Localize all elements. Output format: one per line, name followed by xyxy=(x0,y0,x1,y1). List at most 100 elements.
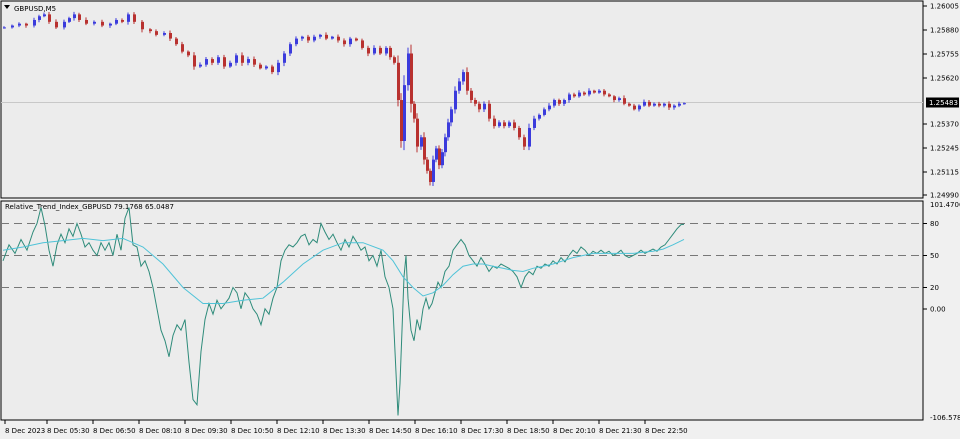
time-label: 8 Dec 21:30 xyxy=(599,427,642,435)
price-tick-label: 1.25370 xyxy=(930,121,959,129)
candle-body xyxy=(444,137,447,153)
price-candle xyxy=(410,44,413,113)
time-label: 8 Dec 20:10 xyxy=(553,427,596,435)
current-price-tag: 1.25483 xyxy=(926,97,959,108)
candle-body xyxy=(313,36,316,41)
candle-body xyxy=(343,40,346,45)
time-tick-3: 8 Dec 08:10 xyxy=(138,420,182,435)
candle-body xyxy=(361,40,364,48)
candle-body xyxy=(493,118,496,127)
candle-body xyxy=(648,101,651,106)
time-tick-10: 8 Dec 17:30 xyxy=(460,420,504,435)
indicator-tick-label: 50 xyxy=(930,252,939,260)
indicator-title: Relative_Trend_Index_GBPUSD 79.1768 65.0… xyxy=(5,203,174,211)
price-tick-0: 1.26005 xyxy=(923,3,959,11)
time-tick-9: 8 Dec 16:10 xyxy=(414,420,458,435)
time-tick-12: 8 Dec 20:10 xyxy=(552,420,596,435)
time-tick-13: 8 Dec 21:30 xyxy=(598,420,642,435)
candle-body xyxy=(141,21,144,30)
candle-body xyxy=(458,81,461,91)
candle-body xyxy=(373,47,376,54)
candle-body xyxy=(593,90,596,93)
candle-body xyxy=(528,127,531,147)
candle-body xyxy=(295,38,298,45)
candle-body xyxy=(235,55,238,63)
candle-body xyxy=(583,92,586,95)
candle-body xyxy=(48,14,51,22)
candle-body xyxy=(462,72,465,82)
candle-body xyxy=(247,59,250,63)
time-label: 8 Dec 09:30 xyxy=(185,427,228,435)
candle-body xyxy=(277,62,280,73)
candle-body xyxy=(429,170,432,182)
candle-body xyxy=(420,137,423,147)
time-tick-8: 8 Dec 14:50 xyxy=(368,420,412,435)
candle-body xyxy=(18,23,21,26)
candle-body xyxy=(307,36,310,41)
price-candle xyxy=(432,155,435,186)
candle-body xyxy=(410,53,413,104)
indicator-panel[interactable] xyxy=(0,200,924,421)
candle-body xyxy=(205,59,208,65)
price-tick-label: 1.26005 xyxy=(930,3,959,11)
time-tick-7: 8 Dec 13:30 xyxy=(322,420,366,435)
indicator-tick-80: 80 xyxy=(923,220,939,228)
candle-body xyxy=(3,27,6,29)
candle-body xyxy=(85,19,88,24)
current-price-value: 1.25483 xyxy=(929,99,958,107)
candle-body xyxy=(663,103,666,106)
candle-body xyxy=(447,122,450,138)
candle-body xyxy=(93,21,96,24)
price-tick-label: 1.25115 xyxy=(930,169,959,177)
candle-body xyxy=(423,137,426,160)
candle-body xyxy=(413,103,416,119)
candle-body xyxy=(169,33,172,39)
candle-body xyxy=(618,98,621,101)
candle-body xyxy=(175,38,178,45)
candle-body xyxy=(109,23,112,26)
candle-body xyxy=(68,18,71,22)
candle-body xyxy=(331,36,334,39)
candle-body xyxy=(407,53,410,86)
candle-body xyxy=(217,57,220,63)
candle-body xyxy=(271,66,274,73)
time-tick-5: 8 Dec 10:50 xyxy=(230,420,274,435)
candle-body xyxy=(523,137,526,147)
candle-body xyxy=(578,92,581,97)
candle-body xyxy=(181,44,184,52)
candle-body xyxy=(400,100,403,141)
candle-body xyxy=(518,127,521,138)
candle-body xyxy=(653,103,656,106)
candle-body xyxy=(163,33,166,35)
candle-body xyxy=(673,105,676,108)
candle-body xyxy=(283,53,286,63)
candle-body xyxy=(127,14,130,22)
time-tick-11: 8 Dec 18:50 xyxy=(506,420,550,435)
indicator-tick-20: 20 xyxy=(923,284,939,292)
candle-body xyxy=(466,72,469,91)
candle-body xyxy=(416,118,419,147)
candle-body xyxy=(325,34,328,39)
indicator-tick-label: 80 xyxy=(930,220,939,228)
trading-chart[interactable]: GBPUSD,M5 Relative_Trend_Index_GBPUSD 79… xyxy=(0,0,960,439)
candle-body xyxy=(658,103,661,106)
price-tick-5: 1.25370 xyxy=(923,121,959,129)
candle-body xyxy=(441,152,444,166)
candle-body xyxy=(78,14,81,20)
time-label: 8 Dec 08:10 xyxy=(139,427,182,435)
symbol-label: GBPUSD,M5 xyxy=(14,5,56,13)
time-tick-14: 8 Dec 22:50 xyxy=(644,420,688,435)
candle-body xyxy=(11,25,14,28)
candle-body xyxy=(385,47,388,54)
candle-body xyxy=(628,103,631,106)
candle-body xyxy=(483,103,486,110)
candle-body xyxy=(389,47,392,58)
candle-body xyxy=(25,23,28,26)
candle-body xyxy=(432,159,435,182)
price-panel[interactable] xyxy=(0,0,924,199)
candle-body xyxy=(121,19,124,22)
candle-body xyxy=(533,118,536,128)
price-candle xyxy=(416,113,419,153)
candle-body xyxy=(101,21,104,26)
candle-body xyxy=(603,90,606,95)
